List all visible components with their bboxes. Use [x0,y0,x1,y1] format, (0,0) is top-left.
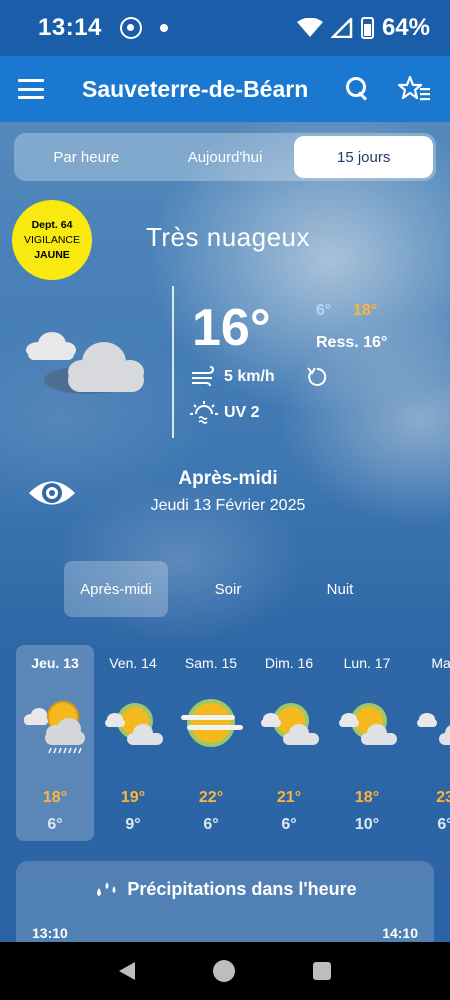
min-temperature: 6° [316,302,332,319]
notification-dot-icon [159,24,168,32]
day-card[interactable]: Ven. 14 19° 9° [94,645,172,841]
vigilance-level: JAUNE [34,248,70,261]
feels-like: Ress. 16° [316,334,388,351]
precipitation-title-text: Précipitations dans l'heure [127,879,357,899]
period-selector: Après-midi Soir Nuit [64,561,400,617]
day-min: 6° [281,816,297,833]
wifi-icon [296,18,323,37]
day-min: 6° [437,816,450,833]
day-max: 18° [42,789,68,806]
battery-icon [360,17,374,39]
location-title[interactable]: Sauveterre-de-Béarn [82,76,308,103]
period-apres-midi[interactable]: Après-midi [64,561,168,617]
day-min: 6° [203,816,219,833]
system-nav-bar [0,942,450,1000]
day-name: Dim. 16 [264,655,314,671]
period-soir[interactable]: Soir [176,561,280,617]
day-name: Lun. 17 [343,655,391,671]
vigilance-label: VIGILANCE [23,233,81,246]
current-temperature: 16° [192,299,271,357]
battery-level: 64% [381,14,430,41]
recents-icon[interactable] [313,962,331,980]
wind-speed: 5 km/h [224,368,275,385]
day-min: 6° [47,816,63,833]
status-bar: 13:14 64% [0,0,450,56]
day-card[interactable]: Sam. 15 22° 6° [172,645,250,841]
tab-par-heure[interactable]: Par heure [17,136,156,178]
period-nuit[interactable]: Nuit [288,561,392,617]
uv-index: UV 2 [224,404,260,421]
app-bar: Sauveterre-de-Béarn [0,56,450,122]
day-min: 9° [125,816,141,833]
partly-cloudy-icon [417,713,450,745]
day-name: Sam. 15 [184,655,238,671]
refresh-icon[interactable] [306,366,328,388]
raindrops-icon [97,882,116,897]
period-date: Jeudi 13 Février 2025 [150,497,306,514]
wind-icon [192,366,215,387]
weather-condition: Très nuageux [145,222,311,252]
cloud-sun-rain-icon [24,701,85,754]
signal-icon [330,18,353,38]
daily-forecast: Jeu. 13 18° 6° Ven. 14 19° 9° Sam. 15 22… [16,645,450,841]
search-icon[interactable] [346,77,370,101]
divider [172,286,174,438]
hazy-sun-icon [181,699,243,747]
partly-cloudy-icon [339,703,397,745]
home-icon[interactable] [213,960,235,982]
day-name: Ven. 14 [109,655,157,671]
whatsapp-icon [119,17,142,39]
partly-cloudy-icon [261,703,319,745]
period-title: Après-midi [178,468,278,489]
day-max: 18° [354,789,380,806]
forecast-tabs: Par heure Aujourd'hui 15 jours [14,133,436,181]
cloudy-icon [26,332,144,394]
partly-cloudy-icon [105,703,163,745]
day-card[interactable]: Lun. 17 18° 10° [328,645,406,841]
menu-icon[interactable] [18,79,44,99]
day-max: 23 [436,789,450,806]
uv-info: UV 2 [190,400,260,426]
status-time: 13:14 [38,14,102,41]
wind-info: 5 km/h [190,366,275,388]
precipitation-title: Précipitations dans l'heure [16,879,434,900]
day-card[interactable]: Dim. 16 21° 6° [250,645,328,841]
uv-sun-icon [190,401,218,424]
precipitation-start-time: 13:10 [32,925,68,941]
day-name: Jeu. 13 [31,655,79,671]
precipitation-end-time: 14:10 [382,925,418,941]
tab-15-jours[interactable]: 15 jours [294,136,434,178]
day-name: Mar. [431,655,450,671]
vigilance-dept: Dept. 64 [31,218,73,231]
vigilance-badge[interactable]: Dept. 64 VIGILANCE JAUNE [12,200,92,280]
eye-icon[interactable] [27,476,77,510]
day-card[interactable]: Jeu. 13 18° 6° [16,645,94,841]
back-icon[interactable] [119,962,135,980]
favorites-star-icon[interactable] [398,75,432,103]
day-max: 22° [198,789,224,806]
day-card[interactable]: Mar. 23 6° [406,645,450,841]
day-min: 10° [354,816,380,833]
day-max: 19° [120,789,146,806]
max-temperature: 18° [353,302,378,319]
day-max: 21° [276,789,302,806]
tab-aujourdhui[interactable]: Aujourd'hui [156,136,295,178]
